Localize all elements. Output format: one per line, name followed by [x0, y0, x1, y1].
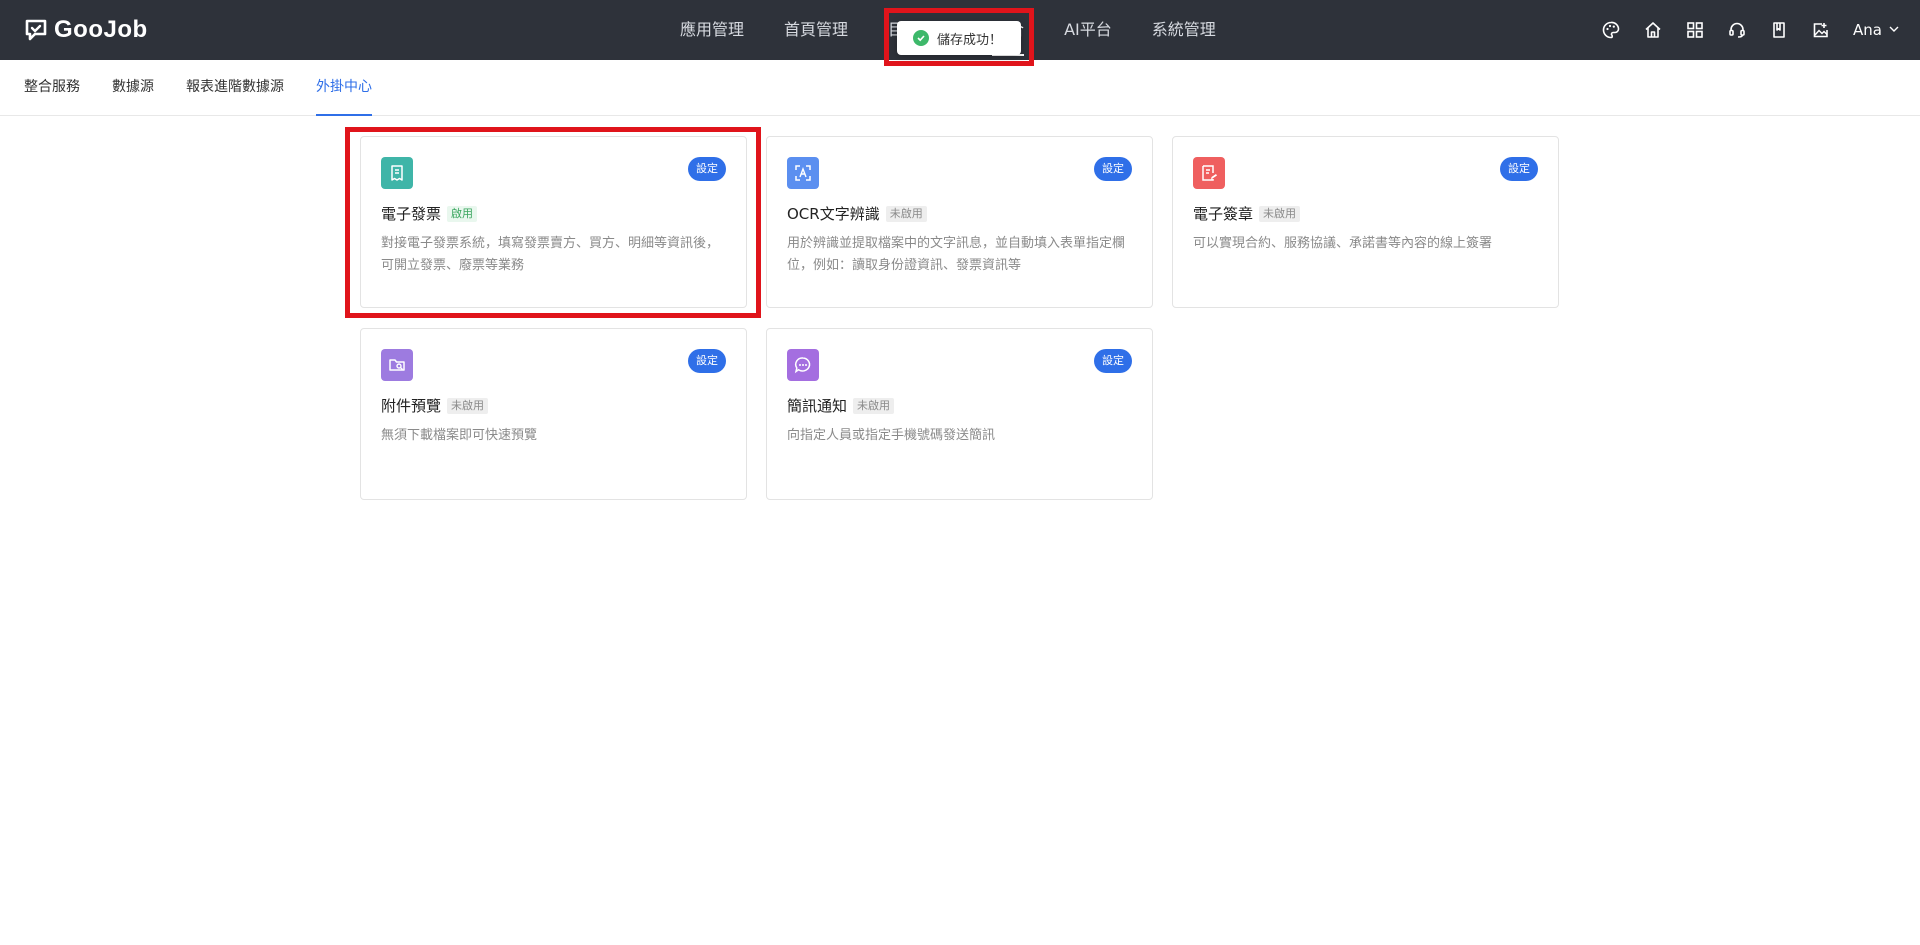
user-menu[interactable]: Ana [1853, 21, 1900, 39]
nav-item-app-management[interactable]: 應用管理 [660, 0, 764, 60]
status-badge: 未啟用 [447, 397, 489, 414]
card-description: 無須下載檔案即可快速預覽 [381, 428, 538, 443]
card-title: 電子簽章 [1193, 205, 1254, 223]
palette-icon[interactable] [1601, 20, 1621, 40]
set-button[interactable]: 設定 [688, 349, 726, 373]
logo-text: GooJob [54, 16, 148, 43]
tab-integration-services[interactable]: 整合服務 [24, 60, 80, 116]
toast-highlight-frame [884, 8, 1034, 66]
logo[interactable]: GooJob [24, 16, 148, 44]
user-name: Ana [1853, 21, 1882, 39]
tab-report-advanced-data-sources[interactable]: 報表進階數據源 [186, 60, 284, 116]
status-badge: 未啟用 [1259, 205, 1301, 222]
nav-item-ai-platform[interactable]: AI平台 [1044, 0, 1132, 60]
ocr-scan-icon [787, 157, 819, 189]
plugin-card-e-signature[interactable]: 設定 電子簽章 未啟用 可以實現合約、服務協議、承諾書等內容的線上簽署 [1172, 136, 1559, 308]
card-title-row: OCR文字辨識 未啟用 [787, 203, 927, 224]
toolbar-icons: Ana [1601, 0, 1900, 60]
card-title: OCR文字辨識 [787, 205, 880, 223]
signature-icon [1193, 157, 1225, 189]
card-title: 簡訊通知 [787, 397, 848, 415]
card-title-row: 附件預覽 未啟用 [381, 395, 489, 416]
set-button[interactable]: 設定 [1094, 349, 1132, 373]
logo-icon [24, 18, 48, 42]
message-icon [787, 349, 819, 381]
grid-icon[interactable] [1685, 20, 1705, 40]
chevron-down-icon [1888, 21, 1900, 39]
plugin-card-attachment-preview[interactable]: 設定 附件預覽 未啟用 無須下載檔案即可快速預覽 [360, 328, 747, 500]
status-badge: 未啟用 [885, 205, 927, 222]
book-icon[interactable] [1769, 20, 1789, 40]
card-highlight-frame [345, 127, 761, 318]
image-edit-icon[interactable] [1811, 20, 1831, 40]
plugin-card-ocr[interactable]: 設定 OCR文字辨識 未啟用 用於辨識並提取檔案中的文字訊息，並自動填入表單指定… [766, 136, 1153, 308]
sub-nav: 整合服務 數據源 報表進階數據源 外掛中心 [0, 60, 1920, 116]
plugin-card-sms-notification[interactable]: 設定 簡訊通知 未啟用 向指定人員或指定手機號碼發送簡訊 [766, 328, 1153, 500]
tab-plugin-center[interactable]: 外掛中心 [316, 60, 372, 116]
home-icon[interactable] [1643, 20, 1663, 40]
card-description: 可以實現合約、服務協議、承諾書等內容的線上簽署 [1193, 236, 1493, 251]
set-button[interactable]: 設定 [1500, 157, 1538, 181]
nav-item-system-management[interactable]: 系統管理 [1132, 0, 1236, 60]
tab-data-sources[interactable]: 數據源 [112, 60, 154, 116]
card-title: 附件預覽 [381, 397, 442, 415]
status-badge: 未啟用 [853, 397, 895, 414]
set-button[interactable]: 設定 [1094, 157, 1132, 181]
folder-search-icon [381, 349, 413, 381]
headset-icon[interactable] [1727, 20, 1747, 40]
card-description: 用於辨識並提取檔案中的文字訊息，並自動填入表單指定欄位，例如：讀取身份證資訊、發… [787, 236, 1126, 273]
nav-item-homepage-management[interactable]: 首頁管理 [764, 0, 868, 60]
card-title-row: 電子簽章 未啟用 [1193, 203, 1301, 224]
card-title-row: 簡訊通知 未啟用 [787, 395, 895, 416]
card-description: 向指定人員或指定手機號碼發送簡訊 [787, 428, 996, 443]
